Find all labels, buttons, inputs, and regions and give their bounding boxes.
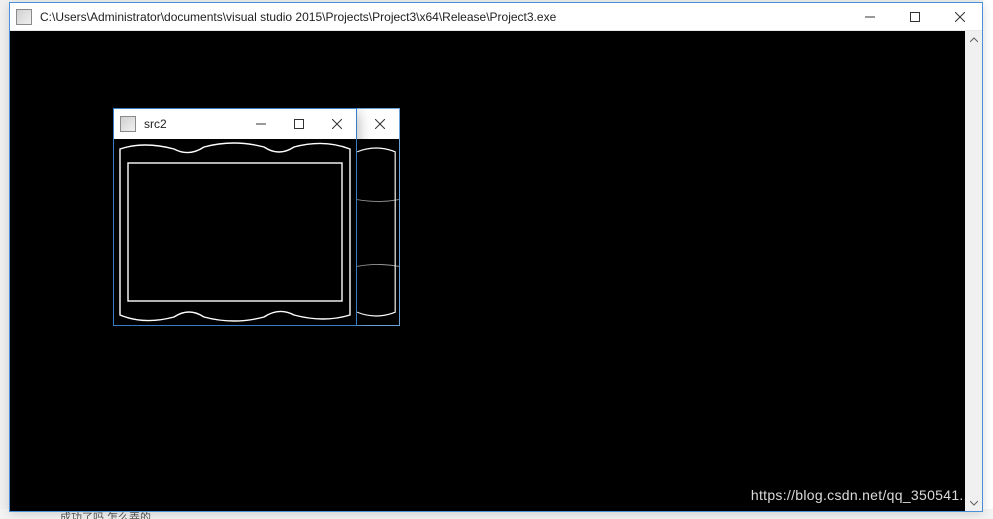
- console-client-area: src2: [10, 31, 982, 511]
- minimize-icon: [865, 12, 875, 22]
- main-window-title: C:\Users\Administrator\documents\visual …: [40, 10, 847, 24]
- cv-back-edges: [357, 139, 399, 325]
- cv-window-src2: src2: [113, 108, 357, 326]
- app-icon: [120, 116, 136, 132]
- cv-back-image: [357, 139, 399, 325]
- cv-src2-controls: [242, 109, 356, 139]
- cv-src2-image: [114, 139, 356, 325]
- cv-src2-edges: [114, 139, 356, 325]
- background-right-strip: [983, 0, 993, 519]
- cv-src2-close-button[interactable]: [318, 109, 356, 139]
- main-titlebar[interactable]: C:\Users\Administrator\documents\visual …: [10, 3, 982, 31]
- cv-src2-title: src2: [144, 117, 242, 131]
- scroll-track[interactable]: [965, 48, 982, 494]
- background-text: 成功了吗 怎么弄的: [60, 512, 151, 519]
- watermark-text: https://blog.csdn.net/qq_350541...: [751, 487, 972, 503]
- cv-src2-titlebar[interactable]: src2: [114, 109, 356, 139]
- chevron-up-icon: [970, 36, 978, 44]
- main-console-window: C:\Users\Administrator\documents\visual …: [9, 2, 983, 512]
- vertical-scrollbar[interactable]: [965, 31, 982, 511]
- chevron-down-icon: [970, 499, 978, 507]
- scroll-up-arrow[interactable]: [965, 31, 982, 48]
- main-window-controls: [847, 3, 982, 30]
- close-icon: [375, 119, 385, 129]
- cv-src2-maximize-button[interactable]: [280, 109, 318, 139]
- scroll-down-arrow[interactable]: [965, 494, 982, 511]
- maximize-button[interactable]: [892, 3, 937, 30]
- minimize-button[interactable]: [847, 3, 892, 30]
- cv-back-close-button[interactable]: [361, 109, 399, 139]
- close-button[interactable]: [937, 3, 982, 30]
- minimize-icon: [256, 119, 266, 129]
- cv-window-back: [356, 108, 400, 326]
- close-icon: [332, 119, 342, 129]
- maximize-icon: [910, 12, 920, 22]
- maximize-icon: [294, 119, 304, 129]
- cv-back-titlebar[interactable]: [357, 109, 399, 139]
- cv-src2-minimize-button[interactable]: [242, 109, 280, 139]
- app-icon: [16, 9, 32, 25]
- close-icon: [955, 12, 965, 22]
